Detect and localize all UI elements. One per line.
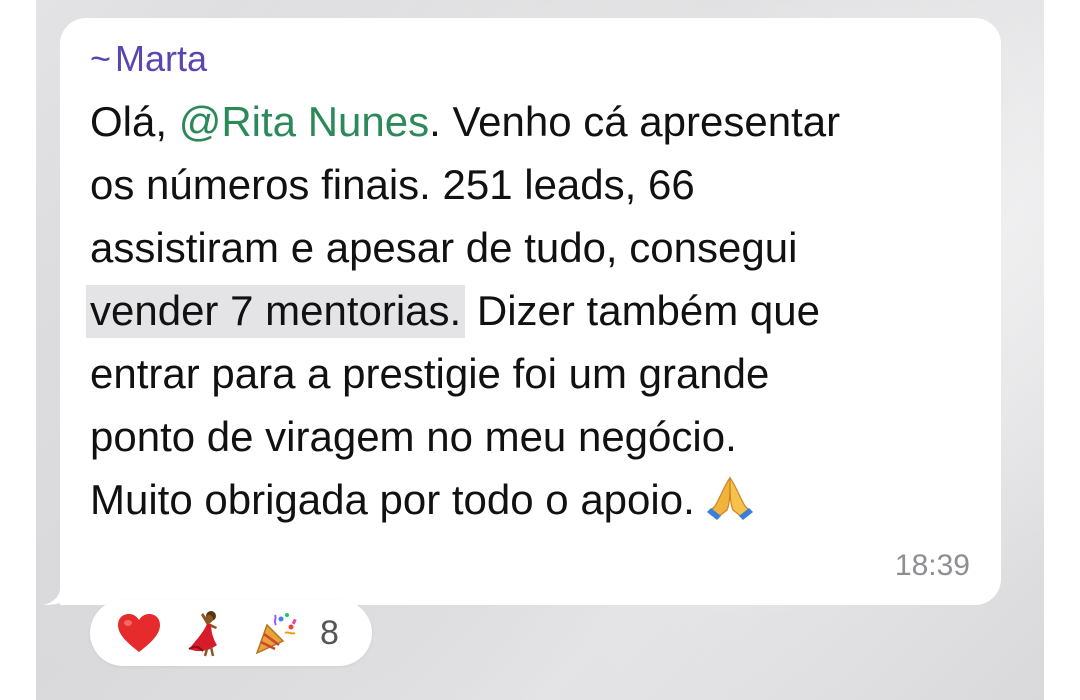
greeting-text: Olá, [90, 98, 179, 145]
message-timestamp: 18:39 [894, 549, 970, 582]
reactions-bar[interactable]: 8 [90, 600, 372, 666]
message-line-4: vender 7 mentorias. Dizer também que [86, 279, 990, 342]
message-line-3: assistiram e apesar de tudo, consegui [90, 224, 798, 271]
party-popper-icon[interactable] [248, 609, 302, 657]
mention-link[interactable]: @Rita Nunes [179, 98, 429, 145]
line7-text: Muito obrigada por todo o apoio. [90, 476, 695, 523]
message-line-6: ponto de viragem no meu negócio. [90, 413, 737, 460]
sender-name[interactable]: ~ Marta [90, 36, 207, 82]
message-line-2: os números finais. 251 leads, 66 [90, 161, 695, 208]
highlighted-text: vender 7 mentorias. [86, 285, 466, 338]
message-line-7: Muito obrigada por todo o apoio. [90, 468, 990, 531]
message-text: Olá, @Rita Nunes. Venho cá apresentar os… [86, 90, 990, 531]
line1-rest: . Venho cá apresentar [429, 98, 841, 145]
sender-prefix: ~ [90, 38, 112, 79]
red-heart-icon[interactable] [112, 609, 166, 657]
dancer-icon[interactable] [180, 609, 234, 657]
sender-name-text: Marta [115, 38, 208, 79]
line4-rest: Dizer também que [465, 287, 821, 334]
message-line-1: Olá, @Rita Nunes. Venho cá apresentar [90, 90, 990, 153]
message-line-5: entrar para a prestigie foi um grande [90, 350, 770, 397]
folded-hands-icon [703, 474, 757, 537]
reaction-count: 8 [320, 613, 339, 652]
